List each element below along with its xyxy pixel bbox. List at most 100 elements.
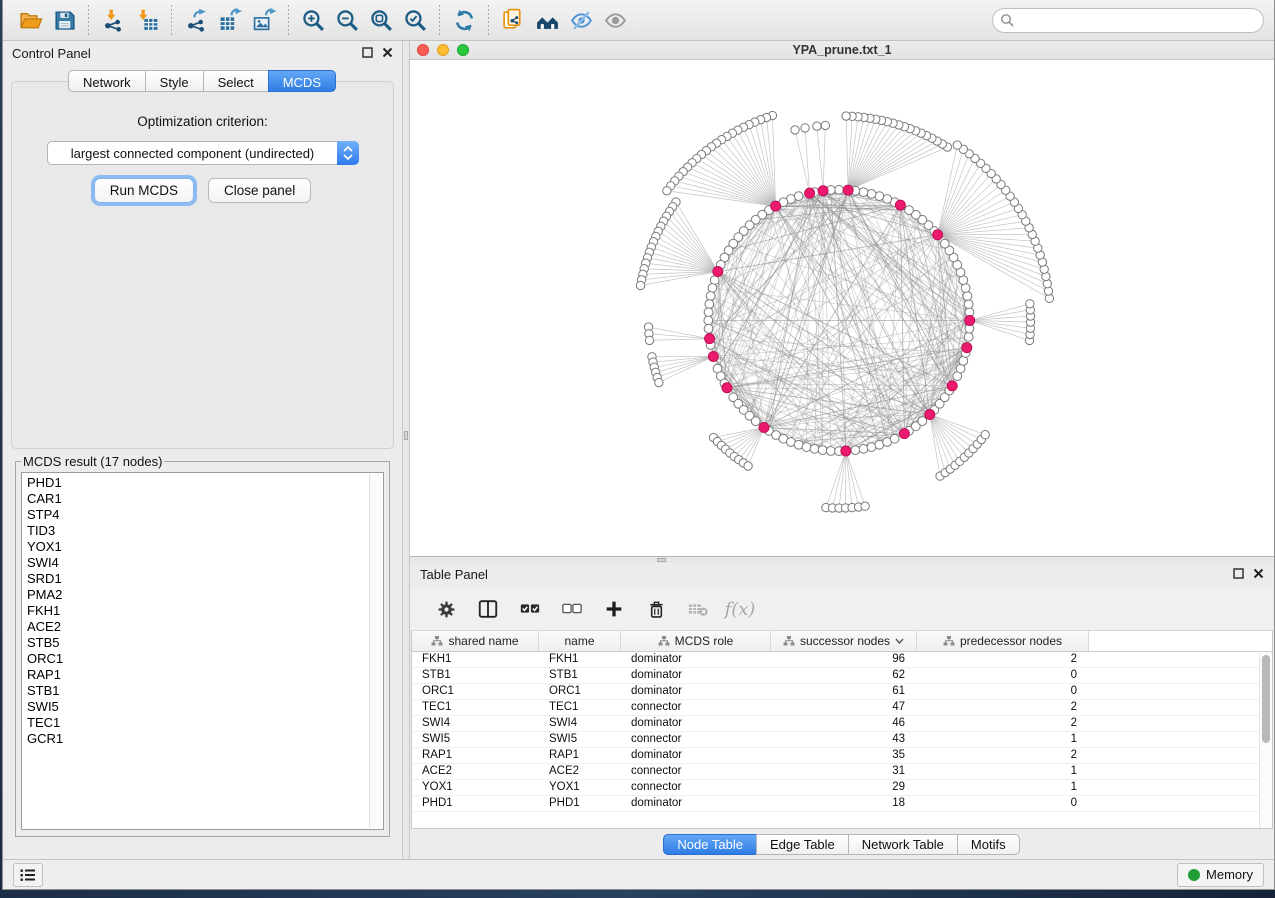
refresh-icon[interactable] [447, 4, 481, 36]
table-cell[interactable]: dominator [621, 684, 771, 699]
network-node[interactable] [861, 502, 869, 510]
export-network-icon[interactable] [179, 4, 213, 36]
mcds-result-item[interactable]: SRD1 [27, 571, 365, 587]
table-row[interactable]: SWI4SWI4dominator462 [412, 716, 1272, 732]
mcds-network-node[interactable] [705, 334, 715, 344]
table-cell[interactable]: connector [621, 700, 771, 715]
select-all-rows-icon[interactable] [517, 596, 543, 622]
network-node[interactable] [636, 281, 644, 289]
table-cell[interactable]: TEC1 [539, 700, 621, 715]
mcds-result-item[interactable]: PHD1 [27, 475, 365, 491]
mcds-network-node[interactable] [895, 200, 905, 210]
network-node[interactable] [826, 447, 835, 456]
export-image-icon[interactable] [247, 4, 281, 36]
mcds-network-node[interactable] [965, 315, 975, 325]
open-file-icon[interactable] [13, 4, 47, 36]
table-cell[interactable]: 47 [771, 700, 917, 715]
table-row[interactable]: FKH1FKH1dominator962 [412, 652, 1272, 668]
scrollbar-thumb[interactable] [1262, 655, 1270, 743]
table-cell[interactable]: ORC1 [539, 684, 621, 699]
mcds-result-item[interactable]: STB5 [27, 635, 365, 651]
table-cell[interactable]: PHD1 [539, 796, 621, 811]
table-cell[interactable]: SWI4 [412, 716, 539, 731]
network-node[interactable] [964, 332, 973, 341]
save-session-icon[interactable] [47, 4, 81, 36]
table-cell[interactable]: 0 [917, 684, 1089, 699]
table-cell[interactable]: SWI5 [539, 732, 621, 747]
table-cell[interactable]: 62 [771, 668, 917, 683]
network-node[interactable] [810, 444, 819, 453]
splitter-handle[interactable] [404, 431, 408, 440]
network-node[interactable] [867, 189, 876, 198]
mcds-network-node[interactable] [962, 343, 972, 353]
network-node[interactable] [751, 417, 760, 426]
table-cell[interactable]: RAP1 [539, 748, 621, 763]
table-settings-gear-icon[interactable] [433, 596, 459, 622]
table-cell[interactable]: 2 [917, 748, 1089, 763]
network-node[interactable] [859, 188, 868, 197]
table-cell[interactable]: 0 [917, 668, 1089, 683]
table-cell[interactable]: dominator [621, 668, 771, 683]
zoom-in-icon[interactable] [296, 4, 330, 36]
mcds-result-item[interactable]: ACE2 [27, 619, 365, 635]
mcds-network-node[interactable] [841, 446, 851, 456]
network-node[interactable] [918, 417, 927, 426]
network-node[interactable] [905, 206, 914, 215]
table-cell[interactable]: dominator [621, 716, 771, 731]
table-cell[interactable]: 18 [771, 796, 917, 811]
table-row[interactable]: YOX1YOX1connector291 [412, 780, 1272, 796]
table-cell[interactable]: ACE2 [412, 764, 539, 779]
table-cell[interactable]: 1 [917, 764, 1089, 779]
network-node[interactable] [953, 141, 961, 149]
table-cell[interactable]: dominator [621, 748, 771, 763]
network-node[interactable] [964, 300, 973, 309]
network-node[interactable] [981, 431, 989, 439]
table-cell[interactable]: 1 [917, 732, 1089, 747]
network-node[interactable] [704, 308, 713, 317]
table-row[interactable]: SWI5SWI5connector431 [412, 732, 1272, 748]
network-node[interactable] [705, 300, 714, 309]
run-mcds-button[interactable]: Run MCDS [94, 178, 194, 203]
zoom-out-icon[interactable] [330, 4, 364, 36]
column-header-name[interactable]: name [539, 631, 621, 651]
export-table-icon[interactable] [213, 4, 247, 36]
delete-column-icon[interactable] [643, 596, 669, 622]
mcds-result-item[interactable]: PMA2 [27, 587, 365, 603]
table-cell[interactable]: 43 [771, 732, 917, 747]
table-cell[interactable]: YOX1 [539, 780, 621, 795]
table-cell[interactable]: 29 [771, 780, 917, 795]
table-cell[interactable]: TEC1 [412, 700, 539, 715]
splitter-handle[interactable] [657, 558, 666, 562]
mcds-network-node[interactable] [933, 230, 943, 240]
network-node[interactable] [706, 292, 715, 301]
network-canvas[interactable] [410, 60, 1274, 556]
table-cell[interactable]: PHD1 [412, 796, 539, 811]
scrollbar-track[interactable] [369, 474, 382, 828]
show-columns-icon[interactable] [475, 596, 501, 622]
network-node[interactable] [1026, 300, 1034, 308]
table-row[interactable]: ACE2ACE2connector311 [412, 764, 1272, 780]
mcds-result-item[interactable]: RAP1 [27, 667, 365, 683]
mcds-network-node[interactable] [713, 267, 723, 277]
network-node[interactable] [645, 336, 653, 344]
table-cell[interactable]: dominator [621, 652, 771, 667]
network-node[interactable] [801, 124, 809, 132]
network-node[interactable] [704, 324, 713, 333]
mcds-network-node[interactable] [722, 383, 732, 393]
table-row[interactable]: STB1STB1dominator620 [412, 668, 1272, 684]
mcds-network-node[interactable] [708, 352, 718, 362]
create-column-icon[interactable] [601, 596, 627, 622]
table-cell[interactable]: ORC1 [412, 684, 539, 699]
network-node[interactable] [890, 434, 899, 443]
network-node[interactable] [963, 292, 972, 301]
show-graphics-details-icon[interactable] [598, 4, 632, 36]
vertical-splitter[interactable] [402, 41, 410, 859]
network-window-titlebar[interactable]: YPA_prune.txt_1 [410, 41, 1274, 60]
column-header-shared-name[interactable]: shared name [412, 631, 539, 651]
network-node[interactable] [704, 316, 713, 325]
table-cell[interactable]: 2 [917, 652, 1089, 667]
table-cell[interactable]: 61 [771, 684, 917, 699]
table-cell[interactable]: connector [621, 764, 771, 779]
table-cell[interactable]: SWI5 [412, 732, 539, 747]
table-cell[interactable]: STB1 [412, 668, 539, 683]
